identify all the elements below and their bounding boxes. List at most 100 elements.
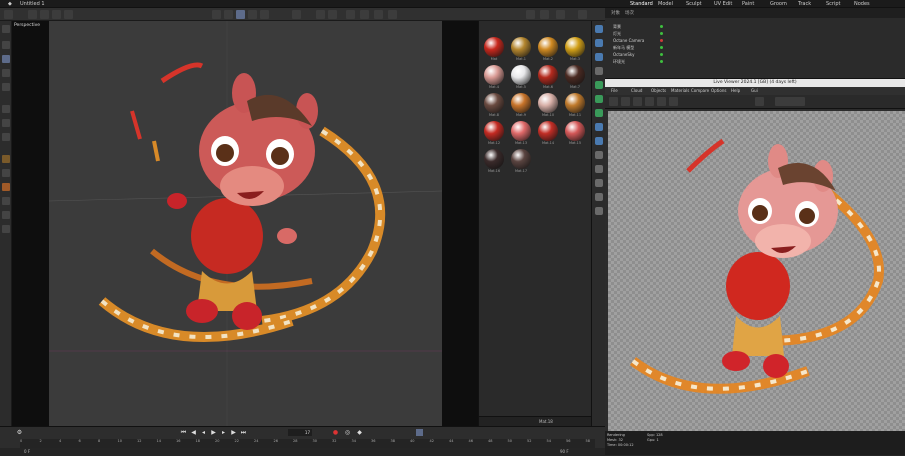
search-icon[interactable] [2, 25, 10, 33]
effector-icon[interactable] [595, 109, 603, 117]
workspace-tab[interactable]: Script [826, 1, 841, 7]
workspace-tab[interactable]: Groom [770, 1, 787, 7]
file-tab[interactable]: Untitled 1 [20, 1, 45, 7]
workspace-tab[interactable]: Paint [742, 1, 754, 7]
material-swatch[interactable]: Mat.17 [509, 149, 533, 174]
object-row[interactable]: 背景 [613, 24, 621, 30]
environment-icon[interactable] [595, 123, 603, 131]
material-swatch[interactable]: Mat.16 [482, 149, 506, 174]
material-swatch[interactable]: Mat.13 [509, 121, 533, 146]
object-row[interactable]: 新年马 模型 [613, 45, 634, 51]
render-settings-icon[interactable] [556, 10, 565, 19]
axis-icon[interactable] [292, 10, 301, 19]
stack-icon[interactable] [2, 225, 10, 233]
deformer-icon[interactable] [595, 95, 603, 103]
workspace-tab[interactable]: Nodes [854, 1, 870, 7]
workspace-tab[interactable]: Model [658, 1, 673, 7]
material-swatch[interactable]: Mat.2 [536, 37, 560, 62]
material-swatch[interactable]: Mat.11 [563, 93, 587, 118]
move-tool-icon[interactable] [2, 55, 10, 63]
timeline-mode-icon[interactable] [416, 429, 423, 436]
workspace-tab[interactable]: UV Edit [714, 1, 732, 7]
workspace-tab[interactable]: Standard [630, 1, 653, 7]
open-icon[interactable] [40, 10, 49, 19]
material-swatch[interactable]: Mat.10 [536, 93, 560, 118]
workplane-icon[interactable] [328, 10, 337, 19]
next-key-icon[interactable]: ▶ [230, 429, 237, 436]
keyframe-icon[interactable]: ◆ [356, 429, 363, 436]
paint-icon[interactable] [2, 155, 10, 163]
visibility-dot[interactable] [660, 53, 663, 56]
lv-restart-icon[interactable] [633, 97, 642, 106]
material-swatch[interactable]: Mat.14 [536, 121, 560, 146]
frame-ruler[interactable]: 0 2 4 6 8 10 12 14 16 18 20 22 24 26 28 30 32 34 36 38 40 42 4… [20, 439, 595, 448]
render-view-icon[interactable] [526, 10, 535, 19]
light-icon[interactable] [360, 10, 369, 19]
visibility-dot[interactable] [660, 39, 663, 42]
material-swatch[interactable]: Mat.15 [563, 121, 587, 146]
brush-icon[interactable] [2, 197, 10, 205]
object-row[interactable]: Octane Camera [613, 38, 644, 44]
rotate-tool-icon[interactable] [2, 69, 10, 77]
polygon-icon[interactable] [2, 105, 10, 113]
material-swatch[interactable]: Mat.6 [536, 65, 560, 90]
material-swatch[interactable]: Mat.12 [482, 121, 506, 146]
visibility-dot[interactable] [660, 60, 663, 63]
camera-obj-icon[interactable] [595, 137, 603, 145]
tag-icon[interactable] [595, 165, 603, 173]
material-swatch[interactable]: Mat.1 [509, 37, 533, 62]
camera-icon[interactable] [374, 10, 383, 19]
object-row[interactable]: 环境光 [613, 59, 625, 65]
material-swatch[interactable]: Mat.9 [509, 93, 533, 118]
knife-icon[interactable] [2, 211, 10, 219]
current-frame-field[interactable]: 17 [288, 429, 312, 436]
edge-icon[interactable] [2, 119, 10, 127]
cursor-icon[interactable] [2, 41, 10, 49]
render-region-icon[interactable] [540, 10, 549, 19]
lv-stop-icon[interactable] [621, 97, 630, 106]
workspace-tab[interactable]: Track [798, 1, 811, 7]
end-frame[interactable]: 90 F [560, 449, 569, 454]
scale-icon[interactable] [224, 10, 233, 19]
visibility-dot[interactable] [660, 32, 663, 35]
nurbs-icon[interactable] [595, 53, 603, 61]
record-icon[interactable]: ● [332, 429, 339, 436]
spline-icon[interactable] [595, 39, 603, 47]
live-viewer-canvas[interactable] [608, 111, 905, 432]
lock-icon[interactable] [346, 10, 355, 19]
point-icon[interactable] [2, 133, 10, 141]
lv-menu-item[interactable]: Options [711, 88, 726, 93]
start-frame[interactable]: 0 F [24, 449, 30, 454]
scale-tool-icon[interactable] [2, 83, 10, 91]
lv-pause-icon[interactable] [645, 97, 654, 106]
3d-viewport[interactable]: Perspective [12, 21, 478, 426]
timeline-settings-icon[interactable]: ⚙ [16, 429, 23, 436]
rotate-icon[interactable] [236, 10, 245, 19]
visibility-dot[interactable] [660, 46, 663, 49]
lv-menu-item[interactable]: Compare [691, 88, 709, 93]
move-icon[interactable] [212, 10, 221, 19]
material-swatch[interactable]: Mat.8 [482, 93, 506, 118]
go-end-icon[interactable]: ⏭ [240, 429, 247, 436]
lv-menu-item[interactable]: Cloud [631, 88, 642, 93]
sim-icon[interactable] [595, 193, 603, 201]
object-row[interactable]: 灯光 [613, 31, 621, 37]
lv-region-icon[interactable] [657, 97, 666, 106]
material-swatch[interactable]: Mat.5 [509, 65, 533, 90]
play-icon[interactable]: ▶ [210, 429, 217, 436]
prev-frame-icon[interactable]: ◂ [200, 429, 207, 436]
material-swatch[interactable]: Mat.3 [563, 37, 587, 62]
lv-render-icon[interactable] [609, 97, 618, 106]
render-icon[interactable] [64, 10, 73, 19]
lv-zoom-icon[interactable] [755, 97, 764, 106]
lv-menu-item[interactable]: Help [731, 88, 740, 93]
lv-mode-select[interactable] [775, 97, 805, 106]
hair-icon[interactable] [595, 179, 603, 187]
layout-icon[interactable] [578, 10, 587, 19]
material-swatch[interactable]: Mat.7 [563, 65, 587, 90]
manager-tab[interactable]: 对象 [611, 10, 620, 16]
prev-key-icon[interactable]: ◀ [190, 429, 197, 436]
magnet-icon[interactable] [2, 169, 10, 177]
mograph-icon[interactable] [595, 81, 603, 89]
next-frame-icon[interactable]: ▸ [220, 429, 227, 436]
